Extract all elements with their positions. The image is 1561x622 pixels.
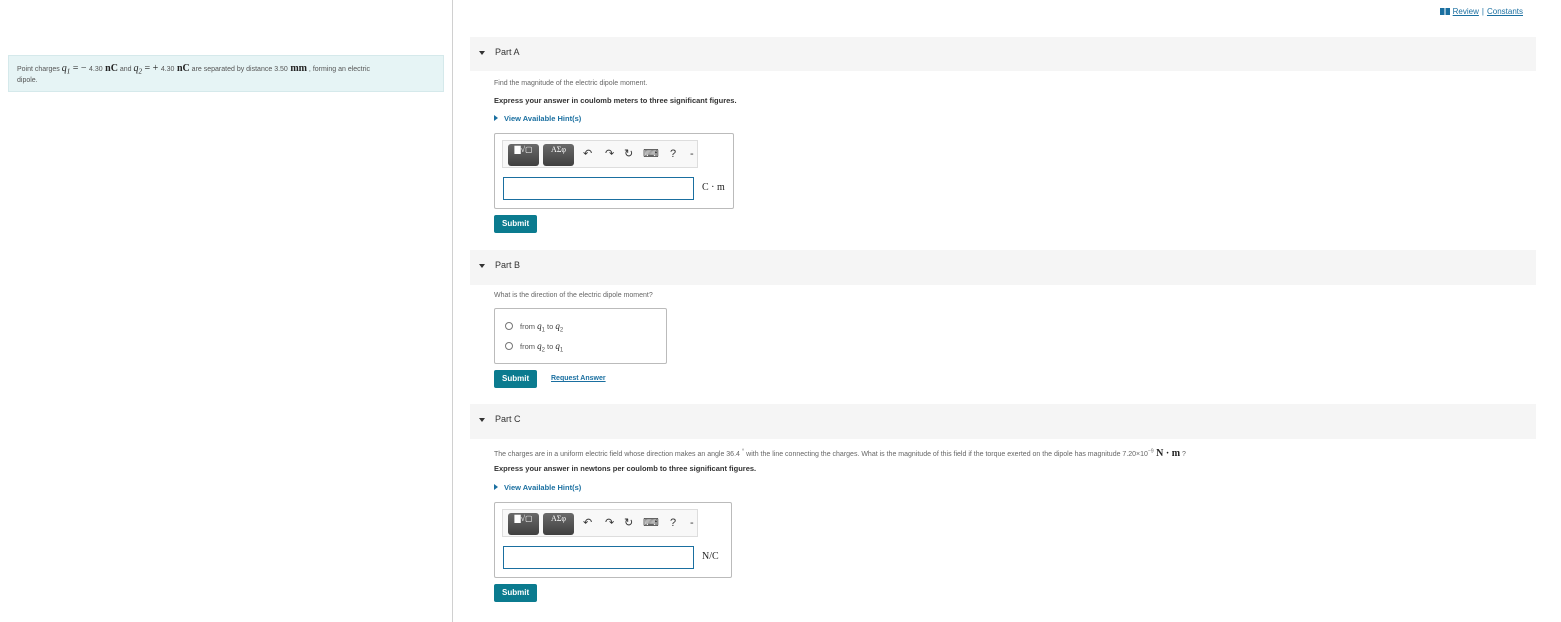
part-a-answer-box: ▇√▢ ΑΣφ ↶ ↷ ↻ ⌨ ? - C · m bbox=[494, 133, 734, 209]
top-links: Review | Constants bbox=[1439, 7, 1523, 16]
part-b-title: Part B bbox=[495, 260, 521, 270]
hint-label: View Available Hint(s) bbox=[504, 483, 582, 492]
part-c-unit: N/C bbox=[702, 551, 719, 562]
part-a-unit: C · m bbox=[702, 182, 725, 193]
part-a-instruction: Express your answer in coulomb meters to… bbox=[494, 96, 737, 105]
symbols-button[interactable]: ΑΣφ bbox=[543, 144, 574, 166]
problem-text: are separated by distance bbox=[189, 66, 275, 73]
part-b-header[interactable]: Part B bbox=[470, 250, 1536, 285]
choice-text: from bbox=[520, 342, 538, 351]
distance-unit: mm bbox=[287, 63, 307, 74]
part-c-question: The charges are in a uniform electric fi… bbox=[494, 448, 1186, 459]
part-b-choices: from q1 to q2 from q2 to q1 bbox=[494, 308, 667, 364]
q2-equals: = + bbox=[142, 63, 161, 74]
q1-unit: nC bbox=[102, 63, 118, 74]
part-a-title: Part A bbox=[495, 47, 520, 57]
redo-icon[interactable]: ↷ bbox=[605, 516, 614, 530]
part-c-answer-box: ▇√▢ ΑΣφ ↶ ↷ ↻ ⌨ ? - N/C bbox=[494, 502, 732, 578]
book-icon bbox=[1439, 8, 1450, 15]
caret-right-icon bbox=[494, 115, 498, 121]
help-icon[interactable]: ? bbox=[670, 147, 676, 161]
question-text: ? bbox=[1180, 451, 1186, 458]
q2-unit: nC bbox=[174, 63, 190, 74]
radio-button[interactable] bbox=[505, 322, 513, 330]
charge-subscript: 1 bbox=[559, 347, 564, 354]
q1-value: 4.30 bbox=[89, 66, 103, 73]
part-c-instruction: Express your answer in newtons per coulo… bbox=[494, 464, 757, 473]
q1-equals: = − bbox=[70, 63, 90, 74]
keyboard-icon[interactable]: ⌨ bbox=[643, 147, 659, 161]
choice-option[interactable]: from q2 to q1 bbox=[505, 341, 563, 354]
q2-value: 4.30 bbox=[160, 66, 175, 73]
part-c-submit-button[interactable]: Submit bbox=[494, 584, 538, 602]
part-c-answer-input[interactable] bbox=[503, 546, 694, 569]
caret-down-icon bbox=[479, 51, 485, 55]
part-b-submit-button[interactable]: Submit bbox=[494, 370, 538, 388]
review-link[interactable]: Review bbox=[1453, 7, 1479, 16]
request-answer-link[interactable]: Request Answer bbox=[551, 375, 606, 382]
part-a-answer-input[interactable] bbox=[503, 177, 694, 200]
problem-pane: Point charges q1 = − 4.30 nC and q2 = + … bbox=[0, 0, 453, 622]
more-icon[interactable]: - bbox=[690, 516, 694, 530]
caret-down-icon bbox=[479, 418, 485, 422]
problem-statement: Point charges q1 = − 4.30 nC and q2 = + … bbox=[8, 55, 444, 92]
choice-text: from bbox=[520, 322, 538, 331]
choice-option[interactable]: from q1 to q2 bbox=[505, 321, 563, 334]
caret-right-icon bbox=[494, 484, 498, 490]
reset-icon[interactable]: ↻ bbox=[624, 516, 633, 530]
part-b-question: What is the direction of the electric di… bbox=[494, 292, 653, 299]
reset-icon[interactable]: ↻ bbox=[624, 147, 633, 161]
more-icon[interactable]: - bbox=[690, 147, 694, 161]
constants-link[interactable]: Constants bbox=[1487, 7, 1523, 16]
undo-icon[interactable]: ↶ bbox=[583, 516, 592, 530]
keyboard-icon[interactable]: ⌨ bbox=[643, 516, 659, 530]
part-a-question: Find the magnitude of the electric dipol… bbox=[494, 80, 648, 87]
part-a-hint-link[interactable]: View Available Hint(s) bbox=[494, 114, 581, 123]
hint-label: View Available Hint(s) bbox=[504, 114, 582, 123]
problem-text: Point charges bbox=[17, 66, 62, 73]
part-c-title: Part C bbox=[495, 414, 521, 424]
question-text: The charges are in a uniform electric fi… bbox=[494, 451, 742, 458]
part-a-header[interactable]: Part A bbox=[470, 37, 1536, 71]
choice-text: to bbox=[544, 322, 556, 331]
caret-down-icon bbox=[479, 264, 485, 268]
choice-text: to bbox=[544, 342, 556, 351]
question-text: with the line connecting the charges. Wh… bbox=[744, 451, 1148, 458]
part-c-hint-link[interactable]: View Available Hint(s) bbox=[494, 483, 581, 492]
problem-text: , forming an electric bbox=[306, 66, 371, 73]
distance-value: 3.50 bbox=[274, 66, 288, 73]
charge-subscript: 2 bbox=[559, 327, 564, 334]
problem-text: and bbox=[117, 66, 134, 73]
symbols-button[interactable]: ΑΣφ bbox=[543, 513, 574, 535]
part-a-submit-button[interactable]: Submit bbox=[494, 215, 538, 233]
problem-text: dipole. bbox=[17, 77, 38, 85]
part-c-header[interactable]: Part C bbox=[470, 404, 1536, 439]
undo-icon[interactable]: ↶ bbox=[583, 147, 592, 161]
radio-button[interactable] bbox=[505, 342, 513, 350]
math-toolbar: ▇√▢ ΑΣφ ↶ ↷ ↻ ⌨ ? - bbox=[502, 140, 698, 168]
templates-button[interactable]: ▇√▢ bbox=[508, 144, 539, 166]
redo-icon[interactable]: ↷ bbox=[605, 147, 614, 161]
help-icon[interactable]: ? bbox=[670, 516, 676, 530]
link-separator: | bbox=[1481, 7, 1484, 16]
math-toolbar: ▇√▢ ΑΣφ ↶ ↷ ↻ ⌨ ? - bbox=[502, 509, 698, 537]
templates-button[interactable]: ▇√▢ bbox=[508, 513, 539, 535]
torque-unit: N · m bbox=[1153, 448, 1181, 459]
